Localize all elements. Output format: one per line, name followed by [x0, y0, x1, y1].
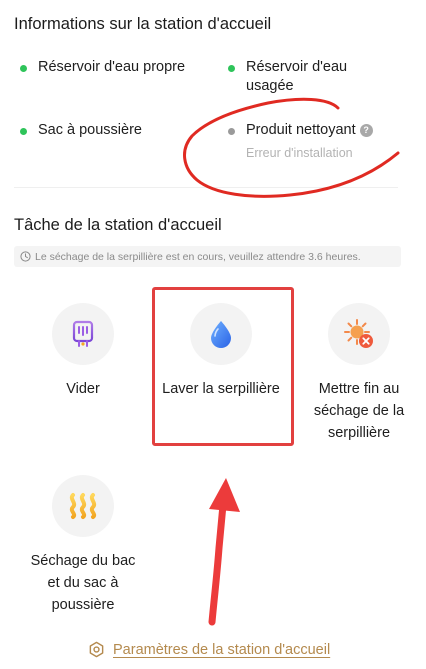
annotation-arrow-head: [209, 478, 240, 512]
help-icon[interactable]: ?: [359, 124, 373, 137]
empty-button[interactable]: Vider: [23, 303, 143, 400]
status-dot-ok: [20, 65, 27, 72]
action-label: Séchage du bac et du sac à poussière: [30, 553, 136, 613]
status-error-text: Erreur d'installation: [246, 146, 353, 160]
settings-link-label: Paramètres de la station d'accueil: [113, 641, 331, 658]
empty-bin-icon: [52, 303, 114, 365]
status-cleaning-solution[interactable]: Produit nettoyant? Erreur d'installation: [228, 121, 418, 160]
status-dot-ok: [20, 128, 27, 135]
action-label: Vider: [66, 381, 100, 397]
status-label: Réservoir d'eau propre: [38, 59, 186, 75]
annotation-highlight-box: [152, 287, 294, 446]
station-settings-link[interactable]: Paramètres de la station d'accueil: [88, 641, 330, 658]
status-dot-inactive: [228, 128, 235, 135]
annotation-arrow-shaft: [208, 501, 227, 626]
stop-drying-icon: [328, 303, 390, 365]
status-dot-ok: [228, 65, 235, 72]
clock-icon: [20, 251, 31, 262]
notice-text: Le séchage de la serpillière est en cour…: [35, 250, 361, 263]
gear-hexagon-icon: [89, 641, 104, 658]
section-divider: [14, 187, 398, 188]
drying-notice: Le séchage de la serpillière est en cour…: [14, 246, 401, 267]
dry-tray-and-bag-button[interactable]: Séchage du bac et du sac à poussière: [23, 475, 143, 616]
action-label: Mettre fin au séchage de la serpillière: [313, 381, 405, 441]
heat-waves-icon: [52, 475, 114, 537]
station-info-title: Informations sur la station d'accueil: [14, 15, 272, 33]
status-label: Produit nettoyant: [246, 122, 356, 138]
status-label: Sac à poussière: [38, 122, 142, 138]
status-label: Réservoir d'eau usagée: [246, 59, 348, 94]
station-tasks-title: Tâche de la station d'accueil: [14, 216, 222, 234]
status-clean-water-tank: Réservoir d'eau propre: [20, 58, 190, 77]
status-dust-bag: Sac à poussière: [20, 121, 210, 140]
stop-drying-button[interactable]: Mettre fin au séchage de la serpillière: [299, 303, 419, 444]
status-dirty-water-tank: Réservoir d'eau usagée: [228, 58, 388, 96]
